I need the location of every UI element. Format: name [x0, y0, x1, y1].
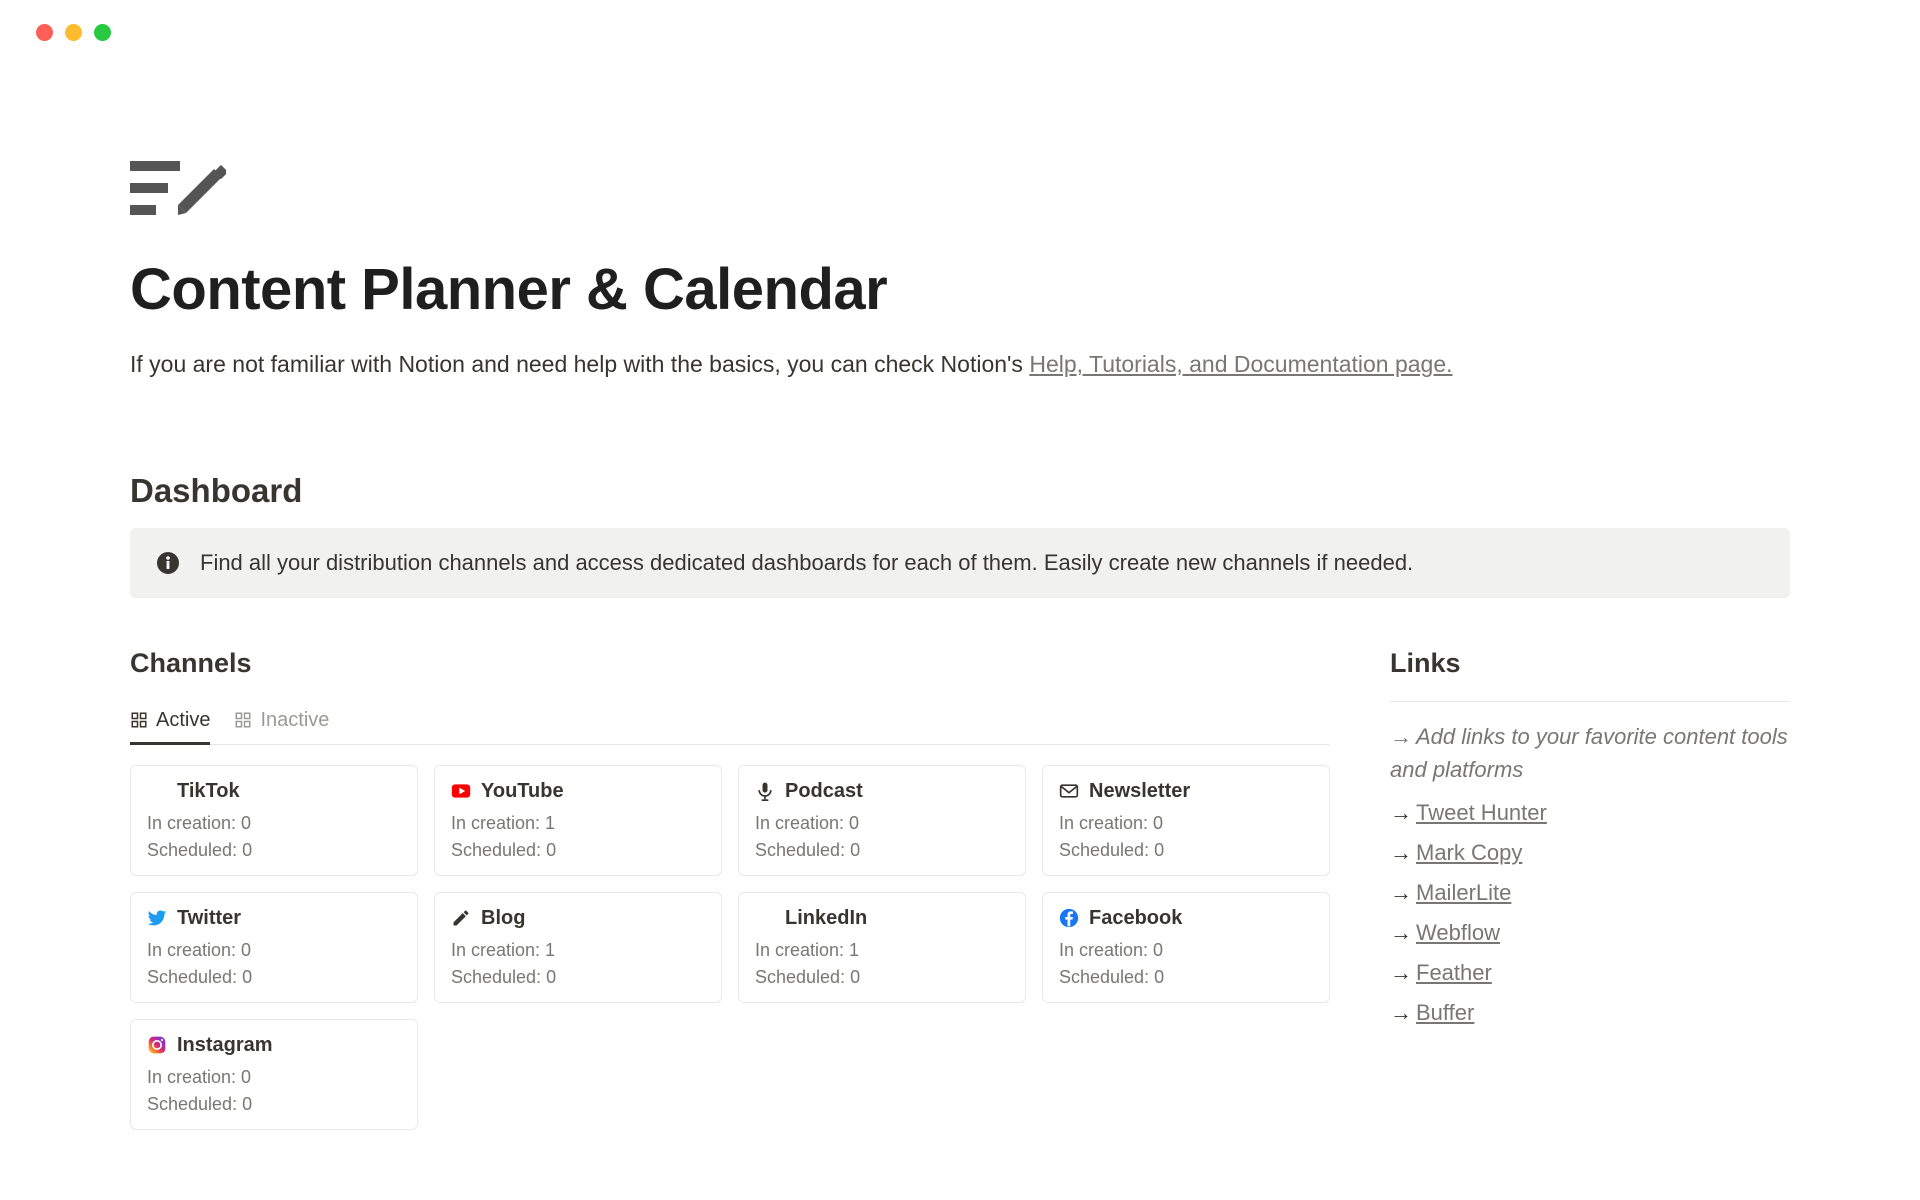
- linkedin-icon: [755, 908, 775, 928]
- window-zoom-button[interactable]: [94, 24, 111, 41]
- in-creation-stat: In creation: 0: [147, 1067, 401, 1088]
- link-item: →Buffer: [1390, 1000, 1790, 1026]
- link-item: →Mark Copy: [1390, 840, 1790, 866]
- channel-card-youtube[interactable]: YouTube In creation: 1 Scheduled: 0: [434, 765, 722, 876]
- link-item: →Webflow: [1390, 920, 1790, 946]
- scheduled-stat: Scheduled: 0: [1059, 967, 1313, 988]
- podcast-icon: [755, 781, 775, 801]
- in-creation-stat: In creation: 0: [1059, 940, 1313, 961]
- page-icon: [130, 161, 1790, 226]
- instagram-icon: [147, 1035, 167, 1055]
- channels-heading: Channels: [130, 648, 1330, 679]
- in-creation-stat: In creation: 0: [755, 813, 1009, 834]
- dashboard-callout: Find all your distribution channels and …: [130, 528, 1790, 598]
- channel-name: Newsletter: [1089, 780, 1190, 803]
- in-creation-stat: In creation: 0: [1059, 813, 1313, 834]
- channel-card-tiktok[interactable]: TikTok In creation: 0 Scheduled: 0: [130, 765, 418, 876]
- links-heading: Links: [1390, 648, 1790, 679]
- in-creation-stat: In creation: 1: [451, 940, 705, 961]
- links-list: →Tweet Hunter →Mark Copy →MailerLite →Webfl…: [1390, 800, 1790, 1026]
- channel-name: LinkedIn: [785, 907, 867, 930]
- channel-card-facebook[interactable]: Facebook In creation: 0 Scheduled: 0: [1042, 892, 1330, 1003]
- scheduled-stat: Scheduled: 0: [755, 967, 1009, 988]
- channel-grid: TikTok In creation: 0 Scheduled: 0 YouTube I…: [130, 765, 1330, 1130]
- link-item: →Feather: [1390, 960, 1790, 986]
- link-buffer[interactable]: Buffer: [1416, 1000, 1474, 1025]
- newsletter-icon: [1059, 781, 1079, 801]
- link-mailerlite[interactable]: MailerLite: [1416, 880, 1511, 905]
- page-content: Content Planner & Calendar If you are no…: [0, 41, 1920, 1130]
- window-controls: [0, 0, 1920, 41]
- channel-card-twitter[interactable]: Twitter In creation: 0 Scheduled: 0: [130, 892, 418, 1003]
- channel-card-newsletter[interactable]: Newsletter In creation: 0 Scheduled: 0: [1042, 765, 1330, 876]
- channel-name: Facebook: [1089, 907, 1182, 930]
- channel-name: TikTok: [177, 780, 240, 803]
- page-title: Content Planner & Calendar: [130, 256, 1790, 323]
- scheduled-stat: Scheduled: 0: [755, 840, 1009, 861]
- scheduled-stat: Scheduled: 0: [147, 840, 401, 861]
- tab-inactive[interactable]: Inactive: [234, 701, 329, 744]
- links-divider: [1390, 701, 1790, 702]
- channel-name: Podcast: [785, 780, 863, 803]
- channel-name: Twitter: [177, 907, 241, 930]
- link-webflow[interactable]: Webflow: [1416, 920, 1500, 945]
- intro-prefix: If you are not familiar with Notion and …: [130, 351, 1029, 377]
- in-creation-stat: In creation: 0: [147, 940, 401, 961]
- in-creation-stat: In creation: 1: [755, 940, 1009, 961]
- scheduled-stat: Scheduled: 0: [147, 967, 401, 988]
- channel-card-blog[interactable]: Blog In creation: 1 Scheduled: 0: [434, 892, 722, 1003]
- channel-name: Blog: [481, 907, 525, 930]
- scheduled-stat: Scheduled: 0: [1059, 840, 1313, 861]
- channel-card-instagram[interactable]: Instagram In creation: 0 Scheduled: 0: [130, 1019, 418, 1130]
- tiktok-icon: [147, 781, 167, 801]
- scheduled-stat: Scheduled: 0: [451, 967, 705, 988]
- channel-name: Instagram: [177, 1034, 273, 1057]
- link-feather[interactable]: Feather: [1416, 960, 1492, 985]
- twitter-icon: [147, 908, 167, 928]
- link-item: →Tweet Hunter: [1390, 800, 1790, 826]
- youtube-icon: [451, 781, 471, 801]
- link-item: →MailerLite: [1390, 880, 1790, 906]
- scheduled-stat: Scheduled: 0: [451, 840, 705, 861]
- links-note: →Add links to your favorite content tool…: [1390, 720, 1790, 786]
- in-creation-stat: In creation: 0: [147, 813, 401, 834]
- intro-text: If you are not familiar with Notion and …: [130, 347, 1790, 382]
- edit-list-icon: [130, 161, 226, 221]
- intro-help-link[interactable]: Help, Tutorials, and Documentation page.: [1029, 351, 1452, 377]
- link-mark-copy[interactable]: Mark Copy: [1416, 840, 1522, 865]
- channel-card-podcast[interactable]: Podcast In creation: 0 Scheduled: 0: [738, 765, 1026, 876]
- in-creation-stat: In creation: 1: [451, 813, 705, 834]
- scheduled-stat: Scheduled: 0: [147, 1094, 401, 1115]
- link-tweet-hunter[interactable]: Tweet Hunter: [1416, 800, 1547, 825]
- window-close-button[interactable]: [36, 24, 53, 41]
- channel-tabs: Active Inactive: [130, 701, 1330, 745]
- channel-name: YouTube: [481, 780, 564, 803]
- window-minimize-button[interactable]: [65, 24, 82, 41]
- facebook-icon: [1059, 908, 1079, 928]
- dashboard-heading: Dashboard: [130, 472, 1790, 510]
- blog-icon: [451, 908, 471, 928]
- channel-card-linkedin[interactable]: LinkedIn In creation: 1 Scheduled: 0: [738, 892, 1026, 1003]
- info-icon: [156, 551, 180, 575]
- callout-text: Find all your distribution channels and …: [200, 550, 1413, 576]
- tab-active[interactable]: Active: [130, 701, 210, 744]
